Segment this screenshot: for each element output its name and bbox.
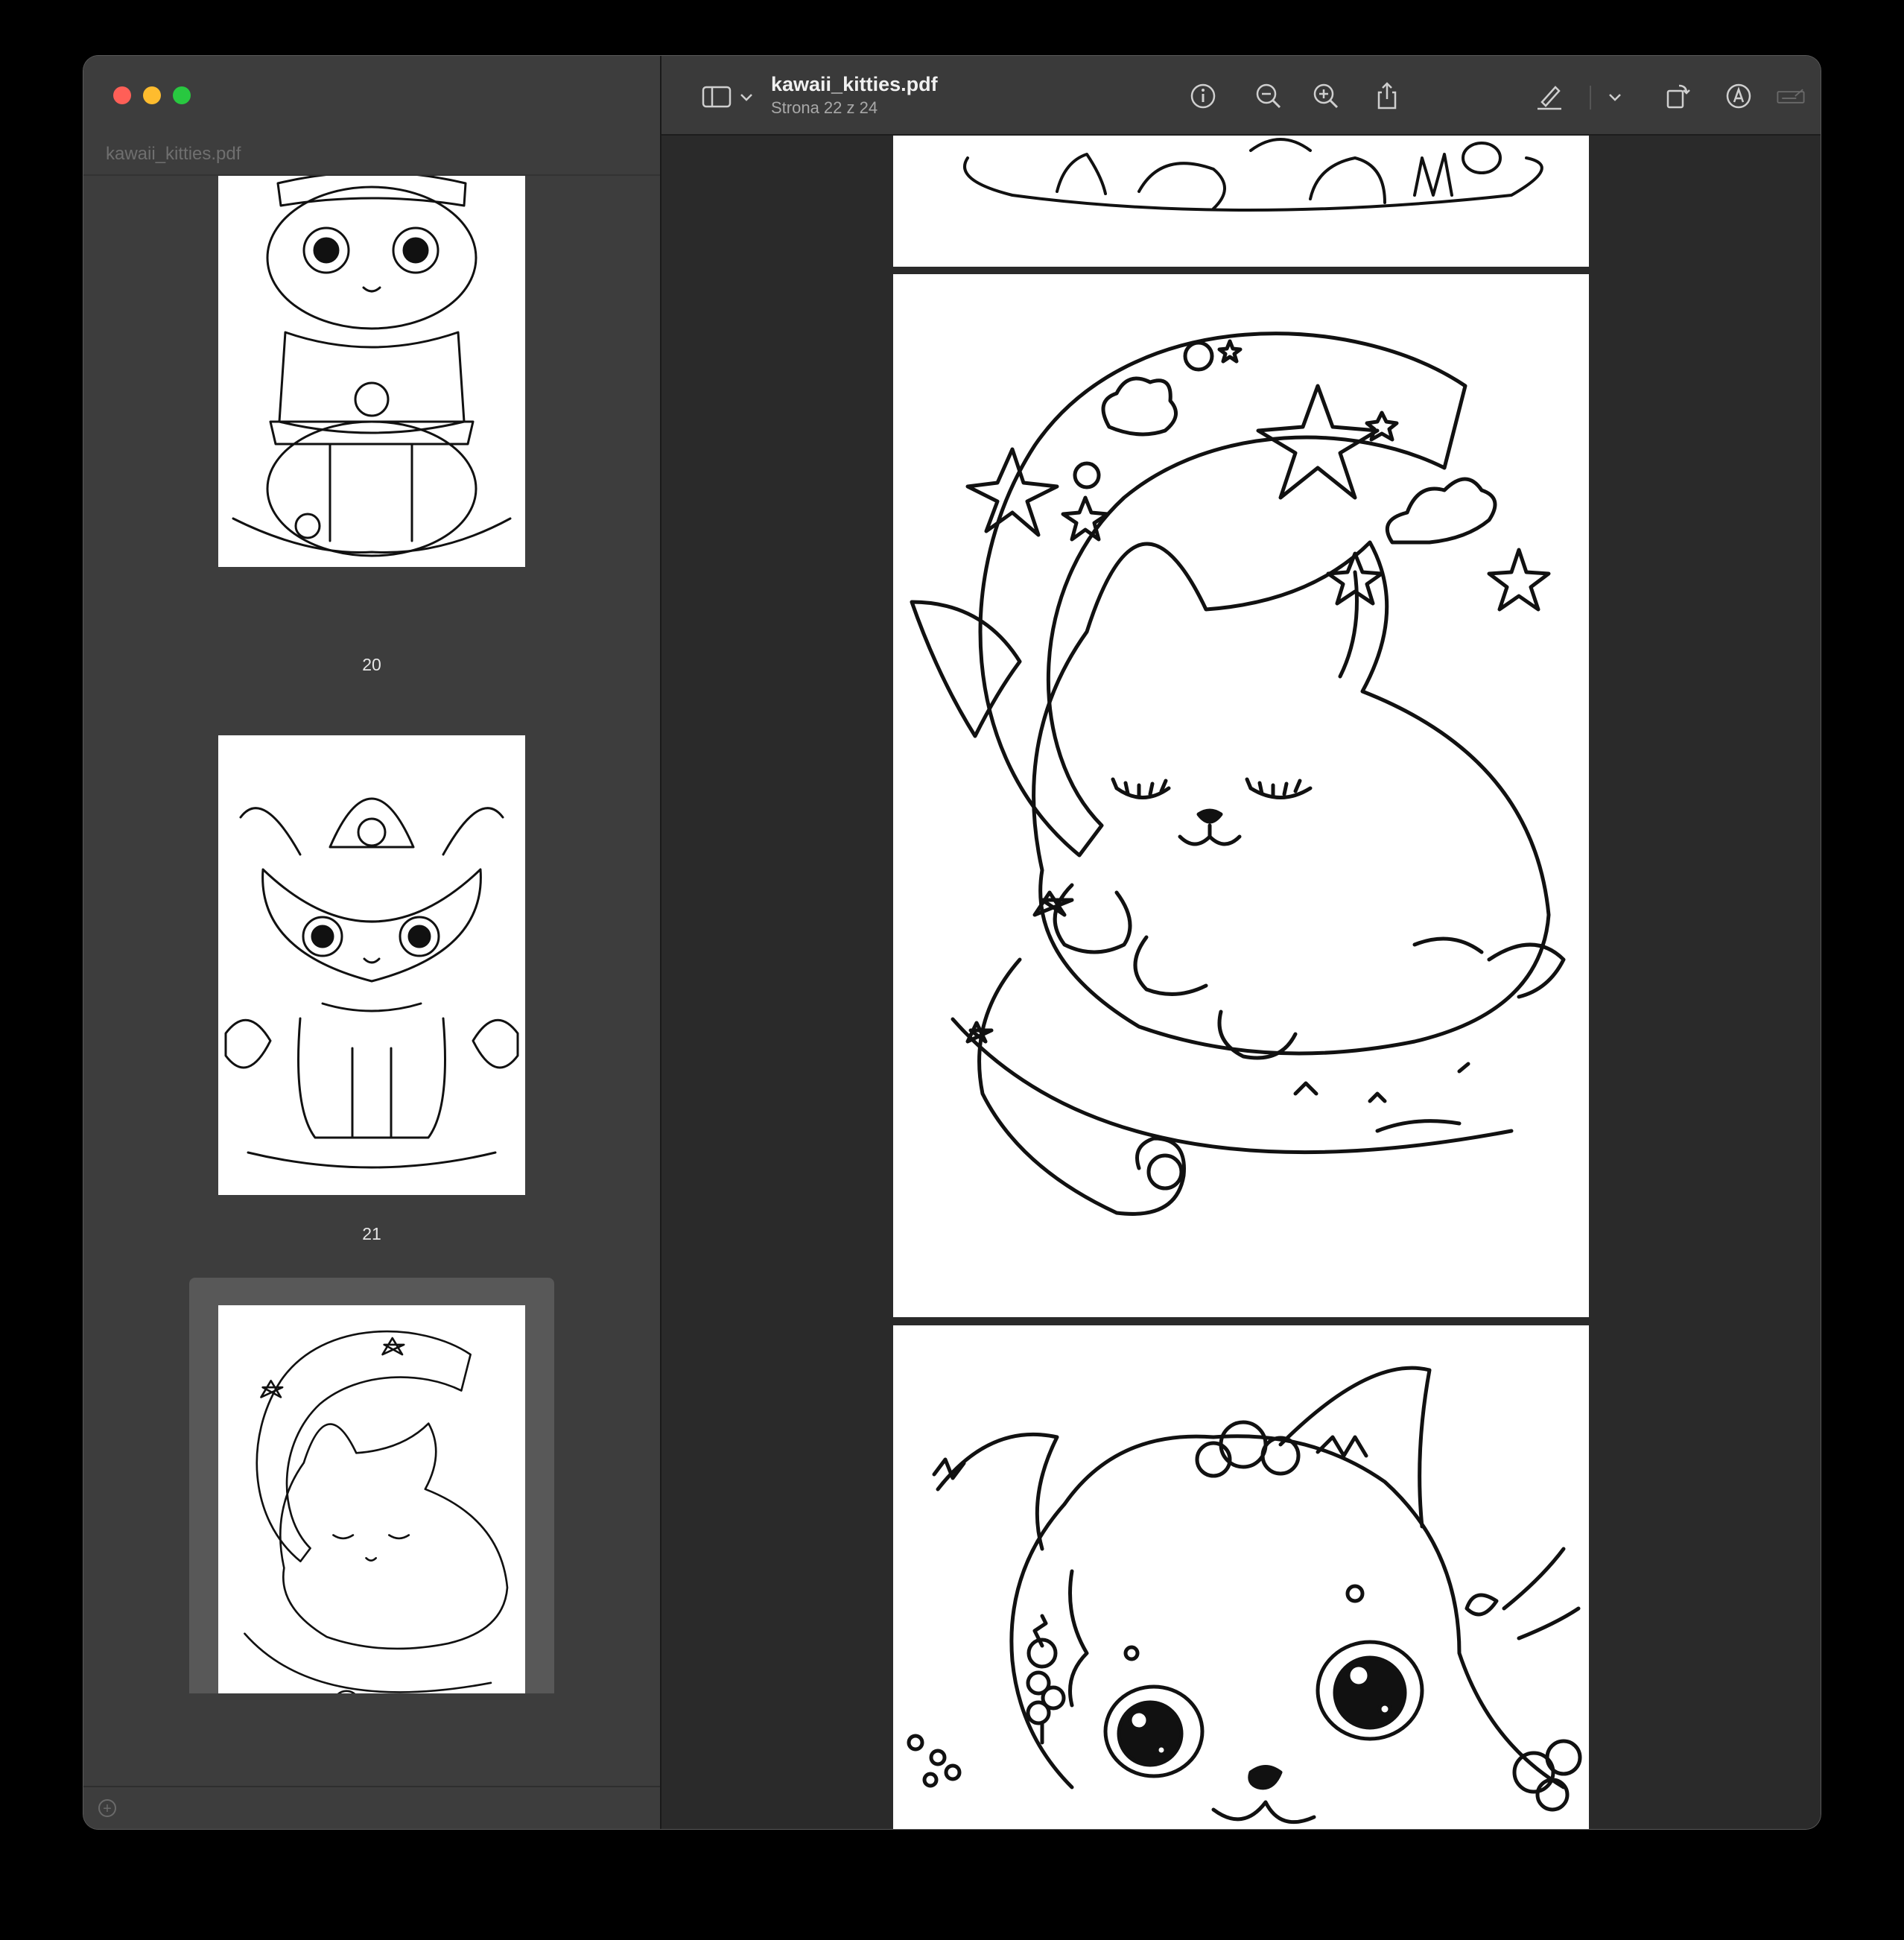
sidebar-toggle-icon[interactable] [700, 80, 733, 112]
toolbar: kawaii_kitties.pdf Strona 22 z 24 [661, 56, 1821, 136]
info-icon[interactable] [1187, 80, 1219, 112]
sidebar: kawaii_kitties.pdf 20 21 + [83, 56, 661, 1829]
sidebar-title: kawaii_kitties.pdf [106, 144, 241, 164]
thumbnail-page-20[interactable] [218, 176, 525, 567]
share-icon[interactable] [1371, 80, 1403, 112]
chevron-down-icon[interactable] [730, 80, 752, 112]
highlighter-icon[interactable] [1533, 80, 1566, 112]
page-22-main-illustration [910, 332, 1566, 1216]
thumbnail-page-22[interactable] [218, 1305, 525, 1693]
page-23-partial [893, 1325, 1589, 1829]
zoom-out-icon[interactable] [1252, 80, 1285, 112]
page-21-partial [893, 136, 1589, 267]
maximize-button[interactable] [173, 86, 191, 104]
page-20-illustration [232, 176, 512, 557]
zoom-in-icon[interactable] [1310, 80, 1342, 112]
page-23-top-illustration [907, 1366, 1582, 1825]
thumbnail-list[interactable]: 20 21 [83, 176, 660, 1693]
signature-icon [1774, 80, 1819, 112]
chevron-down-icon[interactable] [1599, 80, 1621, 112]
thumbnail-label-21: 21 [362, 1224, 381, 1243]
thumbnail-label-20: 20 [362, 655, 381, 674]
page-21-illustration [224, 797, 519, 1169]
page-indicator: Strona 22 z 24 [771, 98, 878, 117]
toolbar-divider [1590, 86, 1591, 110]
sidebar-bottom-divider [83, 1786, 660, 1787]
rotate-icon[interactable] [1661, 80, 1694, 112]
page-22-illustration [244, 1330, 509, 1693]
preview-window: kawaii_kitties.pdf 20 21 + kawaii_kittie… [83, 56, 1821, 1829]
document-view[interactable] [661, 136, 1821, 1829]
thumbnail-page-21[interactable] [218, 735, 525, 1195]
markup-icon[interactable] [1722, 80, 1755, 112]
add-page-button[interactable]: + [98, 1799, 116, 1817]
document-title: kawaii_kitties.pdf [771, 73, 938, 95]
close-button[interactable] [113, 86, 131, 104]
page-21-bottom-illustration [963, 138, 1543, 212]
minimize-button[interactable] [143, 86, 161, 104]
page-22 [893, 274, 1589, 1317]
